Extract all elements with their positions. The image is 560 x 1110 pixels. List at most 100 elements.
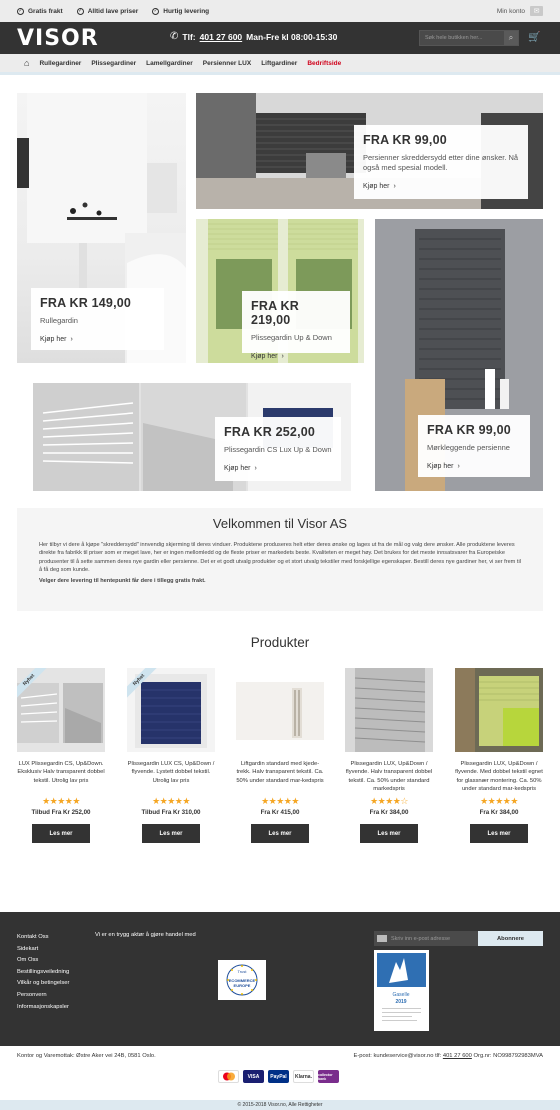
hero-tile-persienner[interactable]: FRA KR 99,00 Persienner skreddersydd ett… xyxy=(196,93,543,209)
product-card[interactable]: Liftgardin standard med kjede-trekk. Hal… xyxy=(236,668,324,843)
hero-price: FRA KR 99,00 xyxy=(363,133,447,147)
footer-link-sidekart[interactable]: Sidekart xyxy=(17,944,69,956)
search-box: ⌕ xyxy=(419,30,519,46)
nav-item-liftgardiner[interactable]: Liftgardiner xyxy=(261,60,297,67)
newsletter-form: Abonnere xyxy=(374,931,543,946)
read-more-button[interactable]: Les mer xyxy=(251,824,309,843)
product-image[interactable]: Nyhet xyxy=(127,668,215,752)
star-rating: ★★★★★ xyxy=(42,796,80,806)
ecommerce-europe-badge[interactable]: Trust ECOMMERCE EUROPE xyxy=(218,960,266,1000)
hero-tile-plissegardin[interactable]: FRA KR 219,00 Plissegardin Up & Down Kjø… xyxy=(196,219,364,363)
trust-seal: Trust ECOMMERCE EUROPE xyxy=(218,960,266,1000)
company-address: Kontor og Varemottak: Østre Aker vei 24B… xyxy=(17,1053,156,1059)
company-contact: E-post: kundeservice@visor.no tlf: 401 2… xyxy=(353,1053,543,1059)
product-price: Tilbud Fra Kr 252,00 xyxy=(31,809,91,816)
nav-item-rullegardiner[interactable]: Rullegardiner xyxy=(39,60,81,67)
hero-card: FRA KR 219,00 Plissegardin Up & Down Kjø… xyxy=(242,291,350,360)
top-bar: ✓ Gratis frakt ✓ Alltid lave priser ✓ Hurti… xyxy=(0,0,560,22)
nav-item-plissegardiner[interactable]: Plissegardiner xyxy=(91,60,136,67)
search-button[interactable]: ⌕ xyxy=(504,31,518,45)
buy-link[interactable]: Kjøp her › xyxy=(224,465,332,472)
footer-link-om-oss[interactable]: Om Oss xyxy=(17,955,69,967)
gaselle-image: Gaselle 2019 xyxy=(374,950,429,1031)
product-image[interactable]: Nyhet xyxy=(17,668,105,752)
logo[interactable]: VISOR xyxy=(17,26,99,51)
chevron-right-icon: › xyxy=(70,336,73,344)
org-number: Org.nr: NO998792983MVA xyxy=(473,1053,544,1059)
check-icon: ✓ xyxy=(17,7,24,15)
read-more-button[interactable]: Les mer xyxy=(360,824,418,843)
svg-text:Gaselle: Gaselle xyxy=(393,992,410,998)
product-name: LUX Plissegardin CS, Up&Down. Eksklusiv … xyxy=(17,761,105,784)
payment-methods: VISA PayPal Klarna. collector bank xyxy=(218,1070,339,1083)
hero-tile-rullegardin[interactable]: FRA KR 149,00 Rullegardin Kjøp her › xyxy=(17,93,186,363)
star-rating: ★★★★★ xyxy=(152,796,190,806)
search-icon: ⌕ xyxy=(508,33,514,42)
visa-icon: VISA xyxy=(243,1070,264,1083)
search-input[interactable] xyxy=(420,31,504,45)
nav-item-bedriftside[interactable]: Bedriftside xyxy=(307,60,341,67)
hero-card: FRA KR 99,00 Mørkleggende persienne Kjøp… xyxy=(418,415,530,477)
chevron-right-icon: › xyxy=(254,465,257,473)
footer-link-bestillingsveiledning[interactable]: Bestillingsveiledning xyxy=(17,967,69,979)
welcome-section: Velkommen til Visor AS Her tilbyr vi der… xyxy=(17,508,543,611)
nav-item-lamellgardiner[interactable]: Lamellgardiner xyxy=(146,60,193,67)
product-image[interactable] xyxy=(345,668,433,752)
buy-link[interactable]: Kjøp her › xyxy=(40,336,155,343)
footer-link-kontakt[interactable]: Kontakt Oss xyxy=(17,932,69,944)
product-image[interactable] xyxy=(236,668,324,752)
account-link[interactable]: Min konto ✉ xyxy=(497,6,543,16)
mastercard-logo xyxy=(222,1072,235,1081)
phone-link[interactable]: 401 27 600 xyxy=(200,32,243,42)
phone-icon: ✆ xyxy=(170,31,179,42)
cart-icon[interactable]: 🛒 xyxy=(528,32,540,43)
hero-desc: Plissegardin Up & Down xyxy=(251,333,332,342)
welcome-highlight: Velger dere levering til hentepunkt får … xyxy=(39,577,206,584)
read-more-button[interactable]: Les mer xyxy=(470,824,528,843)
product-image[interactable] xyxy=(455,668,543,752)
product-card[interactable]: Plissegardin LUX, Up&Down / flyvende. Ha… xyxy=(345,668,433,843)
header-phone: ✆ Tlf: 401 27 600 Man-Fre kl 08:00-15:30 xyxy=(170,31,338,42)
footer-link-vilkar[interactable]: Vilkår og betingelser xyxy=(17,978,69,990)
buy-link[interactable]: Kjøp her › xyxy=(251,353,341,360)
product-card[interactable]: Plissegardin LUX, Up&Down / flyvende. Me… xyxy=(455,668,543,843)
chevron-right-icon: › xyxy=(281,353,284,361)
read-more-button[interactable]: Les mer xyxy=(32,824,90,843)
usp-item: ✓ Alltid lave priser xyxy=(76,7,139,15)
hero-tile-plissegardin-cs-lux[interactable]: FRA KR 252,00 Plissegardin CS Lux Up & D… xyxy=(33,383,351,491)
contact-email[interactable]: E-post: kundeservice@visor.no xyxy=(353,1053,433,1059)
hero-price: FRA KR 252,00 xyxy=(224,425,316,439)
buy-link[interactable]: Kjøp her › xyxy=(427,463,521,470)
footer-link-informasjonskapsler[interactable]: Informasjonskapsler xyxy=(17,1002,69,1014)
gaselle-badge[interactable]: Gaselle 2019 xyxy=(374,950,429,1031)
product-photo xyxy=(345,668,433,752)
check-icon: ✓ xyxy=(76,7,84,15)
svg-text:2019: 2019 xyxy=(395,999,406,1005)
hero-price: FRA KR 219,00 xyxy=(251,299,299,327)
product-price: Fra Kr 415,00 xyxy=(260,809,300,816)
check-icon: ✓ xyxy=(152,7,160,15)
newsletter-field xyxy=(374,931,478,946)
buy-link[interactable]: Kjøp her › xyxy=(363,183,519,190)
svg-text:Trust: Trust xyxy=(238,969,248,974)
footer-link-personvern[interactable]: Personvern xyxy=(17,990,69,1002)
product-card[interactable]: Nyhet LUX Plissegardin CS, Up&Down. Eksk… xyxy=(17,668,105,843)
footer-bottom: Kontor og Varemottak: Østre Aker vei 24B… xyxy=(0,1046,560,1100)
paypal-icon: PayPal xyxy=(268,1070,289,1083)
newsletter-email-input[interactable] xyxy=(391,935,475,942)
footer-links: Kontakt Oss Sidekart Om Oss Bestillingsv… xyxy=(17,932,69,1013)
subscribe-button[interactable]: Abonnere xyxy=(478,931,543,946)
star-rating: ★★★★★ xyxy=(480,796,518,806)
hero-tile-morkleggende[interactable]: FRA KR 99,00 Mørkleggende persienne Kjøp… xyxy=(375,219,543,491)
hero-price: FRA KR 99,00 xyxy=(427,423,511,437)
product-card[interactable]: Nyhet Plissegardin LUX CS, Up&Down / fly… xyxy=(127,668,215,843)
products-title: Produkter xyxy=(250,635,310,650)
home-icon[interactable]: ⌂ xyxy=(24,58,29,68)
product-name: Plissegardin LUX CS, Up&Down / flyvende.… xyxy=(127,761,215,784)
copyright: © 2015-2018 Visor.no, Alle Rettigheter xyxy=(0,1100,560,1110)
read-more-button[interactable]: Les mer xyxy=(142,824,200,843)
product-price: Tilbud Fra Kr 310,00 xyxy=(141,809,201,816)
contact-phone-link[interactable]: 401 27 600 xyxy=(443,1053,472,1059)
hero-card: FRA KR 149,00 Rullegardin Kjøp her › xyxy=(31,288,164,350)
nav-item-persienner-lux[interactable]: Persienner LUX xyxy=(203,60,251,67)
